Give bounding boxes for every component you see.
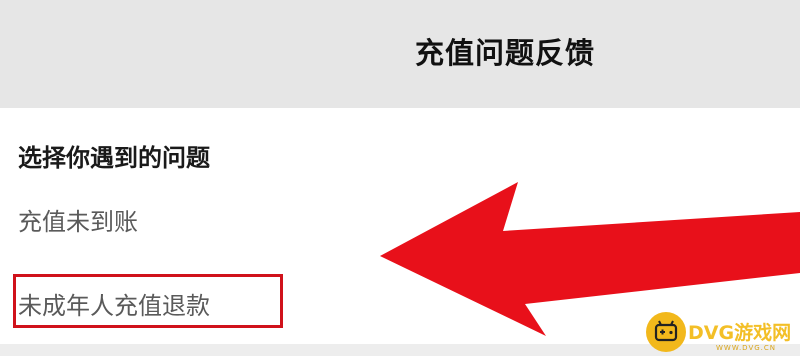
watermark-subtitle: WWW.DVG.CN	[716, 344, 777, 352]
pointer-arrow-icon	[380, 182, 800, 336]
watermark-title: DVG游戏网	[688, 322, 792, 344]
gamepad-icon	[646, 312, 686, 352]
site-watermark: DVG游戏网 WWW.DVG.CN	[646, 308, 796, 354]
